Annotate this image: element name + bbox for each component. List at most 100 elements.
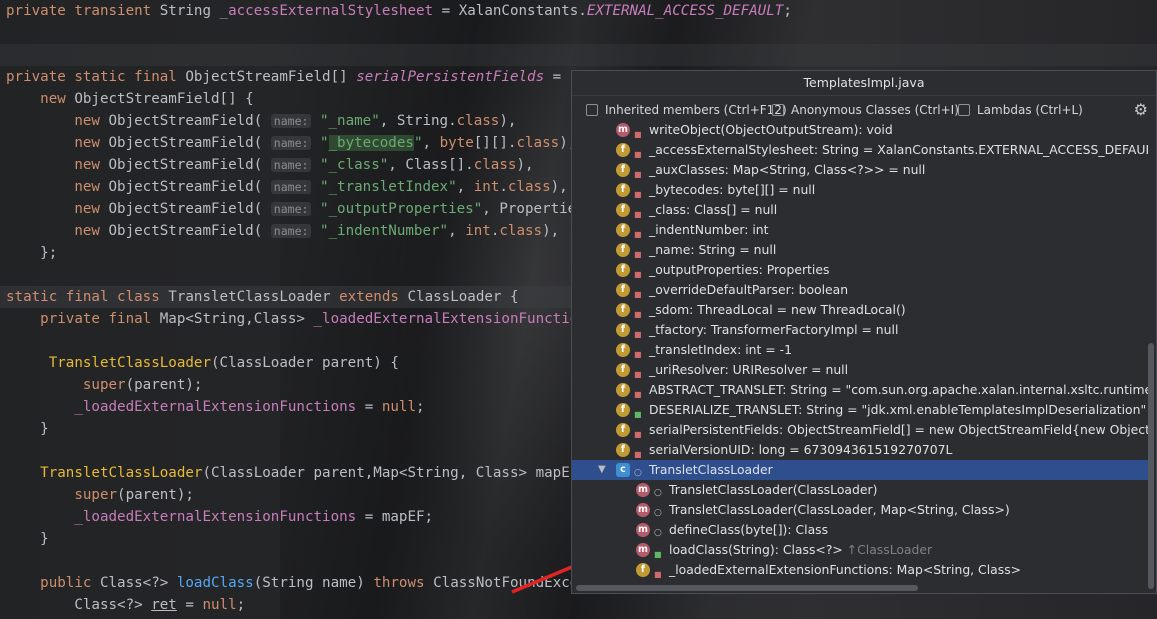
field-icon: f [616,263,630,277]
tree-item[interactable]: f ■ _overrideDefaultParser: boolean [572,280,1148,300]
field-icon: f [616,303,630,317]
tree-item-label: _overrideDefaultParser: boolean [649,280,848,300]
tree-item-text: _uriResolver: URIResolver = null [649,362,849,377]
tree-item[interactable]: m ○ defineClass(byte[]): Class [572,520,1148,540]
field-icon: f [616,283,630,297]
tree-item[interactable]: m ○ TransletClassLoader(ClassLoader) [572,480,1148,500]
horizontal-scrollbar[interactable] [576,585,918,591]
tree-item[interactable]: f ■ ABSTRACT_TRANSLET: String = "com.sun.o… [572,380,1148,400]
private-lock-icon: ■ [654,570,662,579]
tree-item[interactable]: ▼ c ○ TransletClassLoader [572,460,1148,480]
field-icon: f [616,323,630,337]
field-icon: f [616,143,630,157]
tree-item-label: loadClass(String): Class<?> ↑ClassLoader [669,540,932,560]
tree-item-text: writeObject(ObjectOutputStream): void [649,122,893,137]
field-icon: f [616,203,630,217]
gear-icon[interactable]: ⚙ [1134,100,1148,119]
tree-item-label: defineClass(byte[]): Class [669,520,828,540]
tree-item[interactable]: f ■ serialVersionUID: long = 6730943615192… [572,440,1148,460]
tree-item-text: TransletClassLoader(ClassLoader) [669,482,878,497]
tree-item-label: _bytecodes: byte[][] = null [649,180,815,200]
field-icon: f [616,403,630,417]
tree-item-label: _accessExternalStylesheet: String = Xala… [649,140,1148,160]
tree-item[interactable]: m ■ loadClass(String): Class<?> ↑ClassLoad… [572,540,1148,560]
method-icon: m [616,123,630,137]
tree-item-label: TransletClassLoader(ClassLoader) [669,480,877,500]
field-icon: f [616,423,630,437]
field-icon: f [636,563,650,577]
tree-item-label: DESERIALIZE_TRANSLET: String = "jdk.xml.… [649,400,1146,420]
tree-item-text: _class: Class[] = null [649,202,778,217]
tree-item-text: TransletClassLoader [649,462,773,477]
tree-item-text: serialVersionUID: long = 673094361519270… [649,442,953,457]
tree-item-label: _outputProperties: Properties [649,260,829,280]
method-icon: m [636,503,650,517]
tree-item-text: _auxClasses: Map<String, Class<?>> = nul… [649,162,926,177]
tree-item[interactable]: f ■ _transletIndex: int = -1 [572,340,1148,360]
tree-item[interactable]: f ■ _accessExternalStylesheet: String = Xa… [572,140,1148,160]
file-structure-popup[interactable]: TemplatesImpl.java Inherited members (Ct… [571,70,1157,594]
tree-item-text: serialPersistentFields: ObjectStreamFiel… [649,422,1148,437]
tree-item-label: _class: Class[] = null [649,200,777,220]
tree-item-label: serialPersistentFields: ObjectStreamFiel… [649,420,1148,440]
tree-item-text: DESERIALIZE_TRANSLET: String = "jdk.xml.… [649,402,1147,417]
method-icon: m [636,483,650,497]
field-icon: f [616,363,630,377]
inherited-members-checkbox[interactable]: Inherited members (Ctrl+F12) [586,102,787,118]
checkbox-box[interactable] [586,104,598,116]
tree-item-label: TransletClassLoader(ClassLoader, Map<Str… [669,500,1010,520]
tree-item-label: writeObject(ObjectOutputStream): void [649,122,893,140]
tree-item-label: ABSTRACT_TRANSLET: String = "com.sun.org… [649,380,1148,400]
tree-item-label: _auxClasses: Map<String, Class<?>> = nul… [649,160,925,180]
tree-item-label: serialVersionUID: long = 673094361519270… [649,440,952,460]
tree-item-origin: ↑ClassLoader [842,542,933,557]
tree-item-text: loadClass(String): Class<?> [669,542,843,557]
checkbox-box[interactable] [772,104,784,116]
popup-title: TemplatesImpl.java [572,71,1156,96]
tree-item-text: _sdom: ThreadLocal = new ThreadLocal() [649,302,906,317]
tree-item[interactable]: f ■ _name: String = null [572,240,1148,260]
field-icon: f [616,383,630,397]
tree-item[interactable]: f ■ _indentNumber: int [572,220,1148,240]
tree-item[interactable]: f ■ _outputProperties: Properties [572,260,1148,280]
tree-item[interactable]: f ■ _sdom: ThreadLocal = new ThreadLocal() [572,300,1148,320]
checkbox-box[interactable] [958,104,970,116]
tree-item[interactable]: f ■ serialPersistentFields: ObjectStreamFi… [572,420,1148,440]
tree-item-label: _name: String = null [649,240,776,260]
tree-item[interactable]: f ■ _uriResolver: URIResolver = null [572,360,1148,380]
tree-item-text: TransletClassLoader(ClassLoader, Map<Str… [669,502,1010,517]
tree-item-text: defineClass(byte[]): Class [669,522,829,537]
tree-item[interactable]: m ■ writeObject(ObjectOutputStream): void [572,122,1148,140]
class-icon: c [616,463,630,477]
tree-item[interactable]: f ■ _loadedExternalExtensionFunctions: Map… [572,560,1148,580]
vertical-scrollbar[interactable] [1148,343,1154,589]
tree-item-text: _accessExternalStylesheet: String = Xala… [649,142,1148,157]
tree-item[interactable]: f ■ _class: Class[] = null [572,200,1148,220]
field-icon: f [616,243,630,257]
anonymous-classes-checkbox[interactable]: Anonymous Classes (Ctrl+I) [772,102,959,118]
tree-item-text: _name: String = null [649,242,777,257]
field-icon: f [616,163,630,177]
field-icon: f [616,183,630,197]
popup-toolbar: Inherited members (Ctrl+F12) Anonymous C… [572,96,1156,123]
tree-item-label: _indentNumber: int [649,220,769,240]
tree-item-text: _indentNumber: int [649,222,769,237]
field-icon: f [616,223,630,237]
tree-item[interactable]: f ■ _bytecodes: byte[][] = null [572,180,1148,200]
tree-item-text: _tfactory: TransformerFactoryImpl = null [649,322,899,337]
tree-item[interactable]: f ■ DESERIALIZE_TRANSLET: String = "jdk.xm… [572,400,1148,420]
lambdas-checkbox[interactable]: Lambdas (Ctrl+L) [958,102,1083,118]
field-icon: f [616,343,630,357]
tree-item-label: _sdom: ThreadLocal = new ThreadLocal() [649,300,906,320]
tree-item-text: _transletIndex: int = -1 [649,342,792,357]
tree-item-text: ABSTRACT_TRANSLET: String = "com.sun.org… [649,382,1148,397]
tree-item-label: _loadedExternalExtensionFunctions: Map<S… [669,560,1021,580]
tree-item[interactable]: m ○ TransletClassLoader(ClassLoader, Map<S… [572,500,1148,520]
structure-tree[interactable]: m ■ writeObject(ObjectOutputStream): void f… [572,122,1148,584]
tree-item[interactable]: f ■ _tfactory: TransformerFactoryImpl = nu… [572,320,1148,340]
method-icon: m [636,543,650,557]
tree-item[interactable]: f ■ _auxClasses: Map<String, Class<?>> = n… [572,160,1148,180]
chevron-down-icon[interactable]: ▼ [598,460,606,480]
tree-item-text: _outputProperties: Properties [649,262,830,277]
tree-item-label: TransletClassLoader [649,460,773,480]
